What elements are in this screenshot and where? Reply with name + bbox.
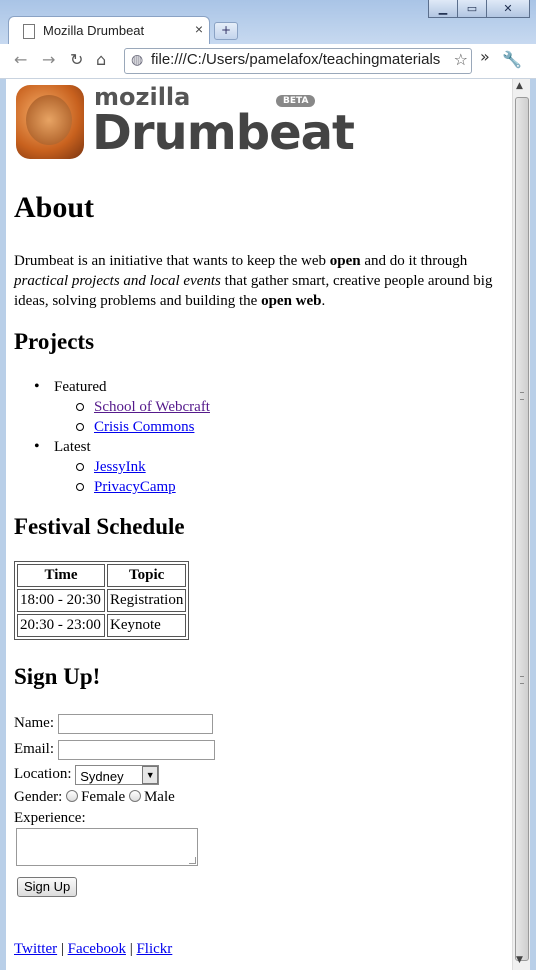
overflow-chevron-icon[interactable]: » <box>480 47 490 66</box>
link-jessyink[interactable]: JessyInk <box>94 459 146 475</box>
experience-textarea[interactable] <box>16 828 198 866</box>
email-label: Email: <box>14 741 54 757</box>
back-arrow-icon[interactable]: ← <box>14 50 27 69</box>
column-header-topic: Topic <box>107 564 187 587</box>
table-cell: Registration <box>107 589 187 612</box>
page-viewport: mozilla Drumbeat BETA About Drumbeat is … <box>6 79 512 970</box>
footer-links: Twitter | Facebook | Flickr <box>14 939 172 959</box>
drum-icon <box>16 85 84 159</box>
list-item: JessyInk <box>14 457 210 477</box>
table-row: 18:00 - 20:30 Registration <box>17 589 187 612</box>
footer-separator: | <box>60 941 64 957</box>
name-row: Name: <box>14 713 213 734</box>
new-tab-button[interactable]: + <box>214 22 238 40</box>
bookmark-star-icon[interactable]: ☆ <box>451 50 468 69</box>
scroll-grip-icon <box>520 676 524 684</box>
list-item: Crisis Commons <box>14 417 210 437</box>
table-cell: 20:30 - 23:00 <box>17 614 105 637</box>
location-row: Location: Sydney ▼ <box>14 764 160 785</box>
drumbeat-logo: mozilla Drumbeat BETA <box>16 83 355 163</box>
window-titlebar: ▁ ▭ ✕ Mozilla Drumbeat × + <box>0 0 536 45</box>
table-cell: Keynote <box>107 614 187 637</box>
gender-male-label: Male <box>143 789 175 805</box>
logo-drumbeat-text: Drumbeat <box>92 105 355 161</box>
location-select[interactable]: Sydney ▼ <box>75 764 160 785</box>
name-label: Name: <box>14 715 54 731</box>
maximize-button[interactable]: ▭ <box>458 0 487 18</box>
link-school-of-webcraft[interactable]: School of Webcraft <box>94 399 210 415</box>
gender-female-radio[interactable] <box>66 790 79 802</box>
list-item: School of Webcraft <box>14 397 210 417</box>
globe-icon: ◍ <box>131 52 144 68</box>
window-frame <box>530 79 536 970</box>
list-item: Latest <box>14 437 210 457</box>
about-heading: About <box>14 191 95 224</box>
resize-grip-icon[interactable] <box>189 857 196 864</box>
forward-arrow-icon[interactable]: → <box>42 50 55 69</box>
link-twitter[interactable]: Twitter <box>14 941 57 957</box>
browser-toolbar: ← → ↻ ⌂ ◍ file:///C:/Users/pamelafox/tea… <box>0 44 536 79</box>
schedule-table: Time Topic 18:00 - 20:30 Registration 20… <box>14 561 190 640</box>
tab-close-icon[interactable]: × <box>195 21 203 37</box>
link-facebook[interactable]: Facebook <box>68 941 126 957</box>
column-header-time: Time <box>17 564 105 587</box>
projects-list: Featured School of Webcraft Crisis Commo… <box>14 377 210 497</box>
scroll-up-arrow-icon[interactable]: ▲ <box>516 81 523 91</box>
list-item: Featured <box>14 377 210 397</box>
beta-badge: BETA <box>276 95 316 107</box>
table-row: 20:30 - 23:00 Keynote <box>17 614 187 637</box>
footer-separator: | <box>129 941 133 957</box>
tab-title: Mozilla Drumbeat <box>43 23 145 38</box>
email-input[interactable] <box>57 739 215 760</box>
scroll-grip-icon <box>520 392 524 400</box>
vertical-scrollbar[interactable]: ▲ ▼ <box>512 79 531 970</box>
link-crisis-commons[interactable]: Crisis Commons <box>94 419 194 435</box>
name-input[interactable] <box>57 713 213 734</box>
url-text: file:///C:/Users/pamelafox/teachingmater… <box>151 51 441 68</box>
sign-up-button[interactable]: Sign Up <box>17 877 78 897</box>
scrollbar-thumb[interactable] <box>515 97 529 961</box>
table-cell: 18:00 - 20:30 <box>17 589 105 612</box>
gender-female-label: Female <box>81 789 126 805</box>
schedule-heading: Festival Schedule <box>14 514 185 539</box>
gender-row: Gender: Female Male <box>14 787 175 807</box>
home-icon[interactable]: ⌂ <box>96 50 106 69</box>
location-selected-value: Sydney <box>80 768 124 784</box>
browser-tab[interactable]: Mozilla Drumbeat × <box>8 16 210 45</box>
projects-heading: Projects <box>14 329 95 354</box>
experience-label: Experience: <box>14 810 86 826</box>
list-item: PrivacyCamp <box>14 477 210 497</box>
minimize-button[interactable]: ▁ <box>428 0 458 18</box>
reload-icon[interactable]: ↻ <box>70 50 83 69</box>
link-flickr[interactable]: Flickr <box>136 941 172 957</box>
chevron-down-icon: ▼ <box>142 765 159 784</box>
link-privacycamp[interactable]: PrivacyCamp <box>94 479 176 495</box>
scroll-down-arrow-icon[interactable]: ▼ <box>516 955 523 965</box>
address-bar[interactable]: ◍ file:///C:/Users/pamelafox/teachingmat… <box>124 48 472 74</box>
table-header-row: Time Topic <box>17 564 187 587</box>
email-row: Email: <box>14 739 215 760</box>
wrench-icon[interactable]: 🔧 <box>502 50 522 69</box>
gender-male-radio[interactable] <box>128 790 141 802</box>
signup-heading: Sign Up! <box>14 664 101 689</box>
gender-label: Gender: <box>14 789 63 805</box>
about-paragraph: Drumbeat is an initiative that wants to … <box>14 253 493 309</box>
window-controls: ▁ ▭ ✕ <box>428 0 530 18</box>
close-window-button[interactable]: ✕ <box>487 0 530 18</box>
location-label: Location: <box>14 766 72 782</box>
page-icon <box>23 24 35 39</box>
